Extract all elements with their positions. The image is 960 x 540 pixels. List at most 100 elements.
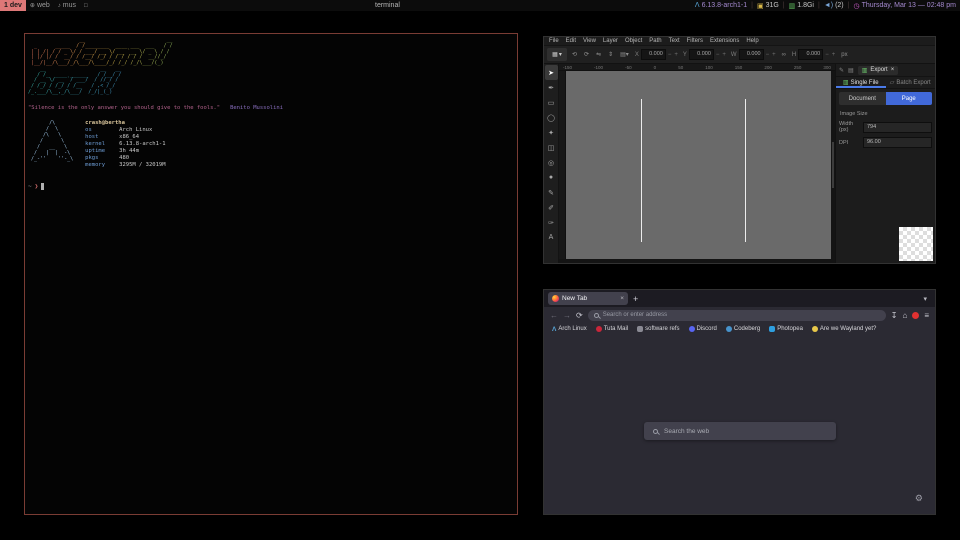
clock-module: ◷ Thursday, Mar 13 — 02:48 pm — [853, 2, 956, 10]
scope-page-button[interactable]: Page — [886, 92, 933, 105]
canvas-horizontal-scrollbar[interactable] — [559, 259, 835, 263]
speaker-icon: ◄) — [824, 2, 833, 9]
layers-dialog-icon[interactable]: ▤ — [848, 67, 854, 74]
tool-3dbox-icon[interactable]: ◫ — [545, 140, 558, 155]
export-width-input[interactable]: 794 — [863, 122, 932, 133]
menu-icon[interactable]: ≡ — [924, 311, 929, 320]
units-dropdown[interactable]: px — [839, 52, 849, 58]
close-icon[interactable]: × — [891, 67, 895, 73]
h-decrement[interactable]: − — [824, 52, 830, 58]
export-scope-buttons: Document Page — [839, 92, 932, 105]
menu-object[interactable]: Object — [625, 38, 642, 44]
close-tab-icon[interactable]: × — [620, 295, 624, 302]
tool-ellipse-icon[interactable]: ◯ — [545, 110, 558, 125]
reload-button[interactable]: ⟳ — [576, 311, 583, 320]
new-tab-button[interactable]: + — [633, 294, 638, 304]
w-input[interactable]: 0.000 — [739, 49, 764, 60]
active-tab[interactable]: New Tab × — [548, 292, 628, 305]
h-increment[interactable]: + — [831, 52, 837, 58]
bookmark-discord[interactable]: Discord — [689, 326, 717, 332]
tool-star-icon[interactable]: ✦ — [545, 125, 558, 140]
flip-horizontal-button[interactable]: ⇋ — [594, 51, 603, 58]
menu-extensions[interactable]: Extensions — [710, 38, 739, 44]
rotate-cw-button[interactable]: ⟳ — [582, 51, 591, 58]
y-decrement[interactable]: − — [715, 52, 721, 58]
rotate-ccw-button[interactable]: ⟲ — [570, 51, 579, 58]
bookmark-photopea[interactable]: Photopea — [769, 326, 803, 332]
align-dropdown[interactable]: ▤▾ — [618, 51, 631, 58]
downloads-icon[interactable]: ↧ — [891, 311, 898, 320]
x-label: X — [635, 52, 639, 58]
export-dpi-input[interactable]: 96.00 — [863, 137, 932, 148]
bookmark-are-we-wayland-yet[interactable]: Are we Wayland yet? — [812, 326, 876, 332]
tool-text-icon[interactable]: A — [545, 230, 558, 245]
workspace-1-dev[interactable]: 1 dev — [0, 0, 26, 11]
tool-spiral-icon[interactable]: ◎ — [545, 155, 558, 170]
bookmark-codeberg[interactable]: Codeberg — [726, 326, 760, 332]
page-border-left — [641, 99, 642, 242]
tool-calligraphy-icon[interactable]: ✑ — [545, 215, 558, 230]
tool-rectangle-icon[interactable]: ▭ — [545, 95, 558, 110]
horizontal-ruler[interactable]: -150 -100 -50 0 50 100 150 200 250 300 — [559, 64, 835, 71]
tab-single-file[interactable]: ▥ Single File — [836, 77, 886, 88]
address-bar[interactable]: Search or enter address — [588, 310, 886, 321]
workspace-4-empty[interactable]: □ — [80, 0, 92, 11]
codeberg-icon — [726, 326, 732, 332]
separator: | — [751, 2, 753, 9]
status-bar: 1 dev ⊕ web ♪ mus □ terminal Λ 6.13.8-ar… — [0, 0, 960, 11]
workspace-label: 1 dev — [4, 2, 22, 9]
w-increment[interactable]: + — [771, 52, 777, 58]
inkscape-canvas[interactable] — [566, 71, 831, 259]
bookmark-tuta-mail[interactable]: Tuta Mail — [596, 326, 628, 332]
extension-icon-red[interactable] — [912, 312, 919, 319]
workspace-2-web[interactable]: ⊕ web — [26, 0, 54, 11]
x-increment[interactable]: + — [673, 52, 679, 58]
datetime: Thursday, Mar 13 — 02:48 pm — [862, 2, 956, 9]
menu-layer[interactable]: Layer — [603, 38, 618, 44]
y-increment[interactable]: + — [721, 52, 727, 58]
menu-path[interactable]: Path — [649, 38, 661, 44]
pencil-dialog-icon[interactable]: ✎ — [839, 67, 844, 74]
scope-document-button[interactable]: Document — [839, 92, 886, 105]
tool-pencil-icon[interactable]: ✎ — [545, 185, 558, 200]
selection-mode-dropdown[interactable]: ▦ ▾ — [547, 48, 567, 61]
terminal-window[interactable]: __ __ _ _____ / /________ ____ ___ ___ /… — [24, 33, 518, 515]
back-button[interactable]: ← — [550, 311, 558, 320]
arch-icon: Λ — [695, 2, 700, 9]
menu-edit[interactable]: Edit — [566, 38, 576, 44]
shell-prompt[interactable]: ~ ❯ — [28, 183, 514, 190]
workspace-3-mus[interactable]: ♪ mus — [54, 0, 80, 11]
menu-help[interactable]: Help — [746, 38, 758, 44]
fetch-row-uptime: uptime3h 44m — [85, 148, 165, 155]
bookmark-folder-software-refs[interactable]: software refs — [637, 326, 679, 332]
export-dialog-tab[interactable]: ▥ Export × — [858, 66, 899, 75]
flip-vertical-button[interactable]: ⇕ — [606, 51, 615, 58]
h-input[interactable]: 0.000 — [798, 49, 823, 60]
y-input[interactable]: 0.000 — [689, 49, 714, 60]
menu-view[interactable]: View — [583, 38, 596, 44]
image-size-label: Image Size — [840, 111, 931, 117]
firefox-tab-bar: New Tab × + ▾ — [544, 290, 935, 307]
personalize-gear-icon[interactable]: ⚙ — [915, 493, 923, 504]
menu-file[interactable]: File — [549, 38, 559, 44]
menu-text[interactable]: Text — [669, 38, 680, 44]
bookmark-arch-linux[interactable]: Λ Arch Linux — [552, 326, 587, 333]
vertical-ruler[interactable] — [559, 71, 566, 259]
menu-filters[interactable]: Filters — [687, 38, 703, 44]
tab-batch-export[interactable]: ▱ Batch Export — [886, 77, 936, 88]
list-all-tabs-icon[interactable]: ▾ — [923, 295, 931, 303]
globe-icon: ⊕ — [30, 2, 35, 9]
w-decrement[interactable]: − — [765, 52, 771, 58]
x-decrement[interactable]: − — [667, 52, 673, 58]
bookmarks-toolbar: Λ Arch Linux Tuta Mail software refs Dis… — [544, 323, 935, 335]
kernel-module: Λ 6.13.8-arch1-1 — [695, 2, 747, 9]
web-search-box[interactable]: Search the web — [644, 422, 836, 440]
x-input[interactable]: 0.000 — [641, 49, 666, 60]
home-icon[interactable]: ⌂ — [902, 311, 907, 320]
tool-selector-icon[interactable]: ➤ — [545, 65, 558, 80]
lock-ratio-icon[interactable]: ∞ — [780, 52, 788, 58]
forward-button[interactable]: → — [563, 311, 571, 320]
tool-node-icon[interactable]: ✒ — [545, 80, 558, 95]
tool-bucket-icon[interactable]: ● — [545, 170, 558, 185]
tool-pen-icon[interactable]: ✐ — [545, 200, 558, 215]
